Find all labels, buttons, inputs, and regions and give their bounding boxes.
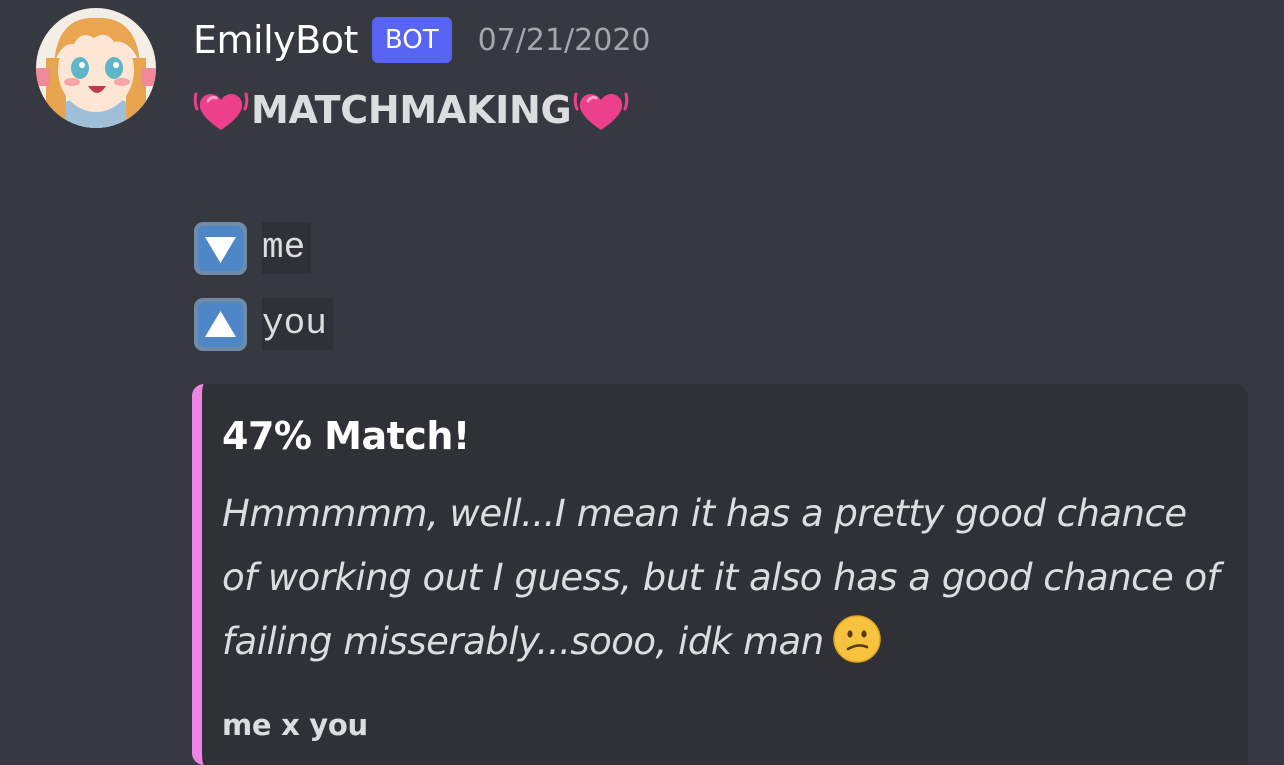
down-arrow-icon [194,221,247,275]
chat-message: EmilyBot BOT 07/21/2020 MATCHMAKING me y… [0,0,1284,765]
mention-code-me: me [262,222,312,274]
embed-description-block: Hmmmmm, well...I mean it has a pretty go… [222,482,1232,674]
beating-heart-icon [574,92,629,130]
beating-heart-icon [193,92,249,130]
timestamp[interactable]: 07/21/2020 [478,23,651,58]
confused-face-icon [832,615,881,663]
message-header: EmilyBot BOT 07/21/2020 [193,14,651,66]
message-title: MATCHMAKING [251,88,572,132]
message-embed: 47% Match! Hmmmmm, well...I mean it has … [192,384,1248,765]
username[interactable]: EmilyBot [193,18,358,62]
avatar[interactable] [36,8,156,128]
mention-code-you: you [262,298,333,350]
embed-description: Hmmmmm, well...I mean it has a pretty go… [222,492,1220,663]
embed-title: 47% Match! [222,414,470,458]
message-title-line: MATCHMAKING [193,82,629,138]
up-arrow-icon [194,297,247,351]
avatar-image [36,8,156,128]
embed-footer: me x you [222,708,368,742]
bot-badge: BOT [371,17,452,63]
message-line-you: you [193,297,333,351]
message-line-me: me [193,221,312,275]
